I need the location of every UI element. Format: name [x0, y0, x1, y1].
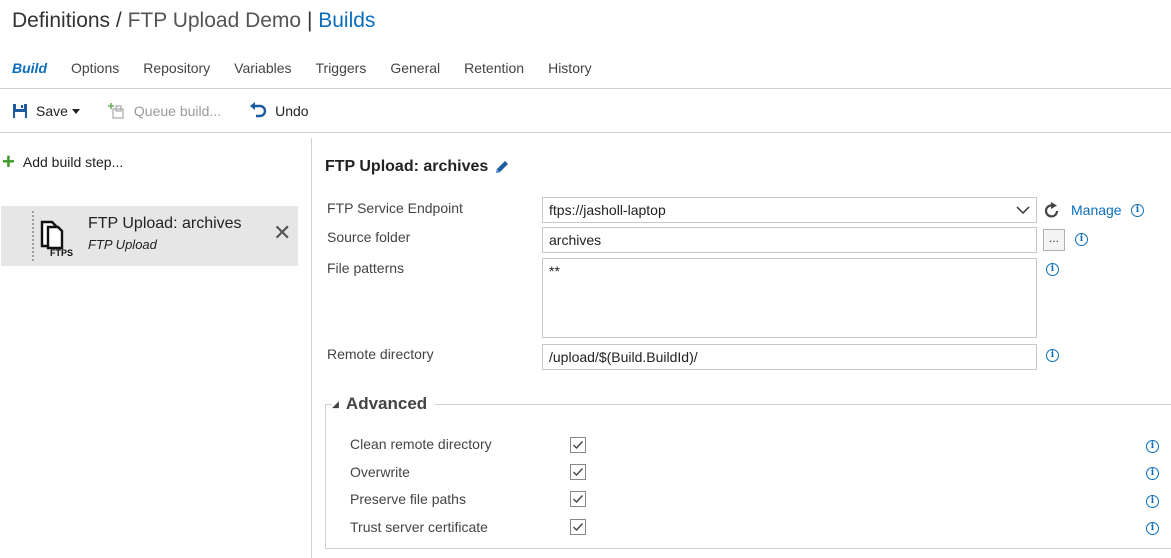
source-folder-value: archives [549, 232, 602, 248]
info-icon[interactable]: i [1046, 263, 1059, 276]
advanced-bottom-border [325, 548, 1171, 549]
toolbar-divider [0, 132, 1171, 133]
tab-divider [0, 88, 1171, 89]
checkmark-icon [573, 441, 584, 450]
browse-button[interactable]: ... [1043, 229, 1065, 251]
ftps-icon-text: FTPS [50, 248, 73, 258]
tab-triggers[interactable]: Triggers [316, 60, 367, 80]
remove-step-close-icon[interactable]: ✕ [273, 222, 291, 244]
task-title: FTP Upload: archives [325, 158, 510, 176]
info-icon[interactable]: i [1146, 495, 1159, 508]
trust-server-certificate-checkbox[interactable] [570, 519, 586, 535]
tab-build[interactable]: Build [12, 60, 47, 80]
source-folder-label: Source folder [327, 229, 411, 245]
overwrite-label: Overwrite [350, 464, 410, 480]
queue-build-button[interactable]: Queue build... [107, 102, 222, 120]
build-step-subtitle: FTP Upload [88, 237, 157, 252]
panel-divider [311, 138, 312, 558]
ftp-upload-icon: FTPS [40, 220, 73, 258]
advanced-title: Advanced [345, 394, 428, 413]
refresh-icon[interactable] [1044, 202, 1060, 219]
queue-build-icon [107, 103, 124, 119]
clean-remote-directory-checkbox[interactable] [570, 437, 586, 453]
add-build-step-button[interactable]: + Add build step... [2, 149, 124, 174]
task-title-text: FTP Upload: archives [325, 158, 489, 175]
file-patterns-textarea[interactable]: ** [542, 258, 1037, 338]
checkmark-icon [573, 468, 584, 477]
checkmark-icon [573, 523, 584, 532]
info-icon[interactable]: i [1146, 440, 1159, 453]
queue-build-label: Queue build... [133, 103, 222, 119]
breadcrumb-separator: / [110, 9, 128, 32]
chevron-down-icon [1016, 206, 1030, 215]
breadcrumb-definitions[interactable]: Definitions [12, 9, 110, 32]
trust-server-certificate-label: Trust server certificate [350, 519, 488, 535]
add-build-step-label: Add build step... [22, 154, 124, 170]
endpoint-label: FTP Service Endpoint [327, 200, 463, 216]
collapse-triangle-icon: ◢ [332, 398, 339, 409]
chevron-down-icon [71, 109, 80, 114]
advanced-top-border [325, 404, 1171, 405]
info-icon[interactable]: i [1146, 522, 1159, 535]
undo-label: Undo [275, 103, 309, 119]
tab-retention[interactable]: Retention [464, 60, 524, 80]
drag-handle[interactable] [31, 210, 35, 262]
info-icon[interactable]: i [1046, 349, 1059, 362]
remote-directory-label: Remote directory [327, 346, 434, 362]
file-patterns-value: ** [549, 263, 560, 279]
breadcrumb-definition-name: FTP Upload Demo [127, 9, 302, 32]
advanced-left-border [325, 404, 326, 549]
info-icon[interactable]: i [1075, 233, 1088, 246]
build-step-item[interactable]: FTPS FTP Upload: archives FTP Upload ✕ [1, 206, 298, 266]
save-label: Save [36, 103, 68, 119]
file-patterns-label: File patterns [327, 260, 405, 276]
clean-remote-directory-label: Clean remote directory [350, 436, 492, 452]
undo-button[interactable]: Undo [249, 102, 309, 120]
toolbar: Save Queue build... Undo [12, 101, 337, 121]
tab-variables[interactable]: Variables [234, 60, 291, 80]
info-icon[interactable]: i [1146, 467, 1159, 480]
manage-link[interactable]: Manage [1071, 202, 1122, 218]
tab-general[interactable]: General [390, 60, 440, 80]
save-icon [13, 104, 27, 118]
tab-history[interactable]: History [548, 60, 592, 80]
tab-bar: Build Options Repository Variables Trigg… [12, 60, 616, 80]
pencil-edit-icon[interactable] [494, 159, 510, 175]
save-button[interactable]: Save [12, 103, 80, 119]
source-folder-input[interactable]: archives [542, 227, 1037, 253]
breadcrumb-builds-link[interactable]: Builds [318, 9, 375, 32]
tab-repository[interactable]: Repository [143, 60, 210, 80]
checkmark-icon [573, 495, 584, 504]
remote-directory-input[interactable]: /upload/$(Build.BuildId)/ [542, 344, 1037, 370]
preserve-file-paths-checkbox[interactable] [570, 491, 586, 507]
breadcrumb-separator: | [301, 9, 319, 32]
tab-options[interactable]: Options [71, 60, 119, 80]
endpoint-value: ftps://jasholl-laptop [549, 202, 666, 218]
endpoint-select[interactable]: ftps://jasholl-laptop [542, 197, 1037, 223]
remote-directory-value: /upload/$(Build.BuildId)/ [549, 349, 698, 365]
overwrite-checkbox[interactable] [570, 464, 586, 480]
build-step-title: FTP Upload: archives [88, 215, 242, 232]
undo-icon [250, 102, 267, 118]
advanced-section-toggle[interactable]: ◢ Advanced [332, 394, 436, 414]
info-icon[interactable]: i [1131, 204, 1144, 217]
preserve-file-paths-label: Preserve file paths [350, 491, 466, 507]
breadcrumb: Definitions / FTP Upload Demo | Builds [12, 9, 375, 33]
plus-icon: + [2, 149, 15, 174]
